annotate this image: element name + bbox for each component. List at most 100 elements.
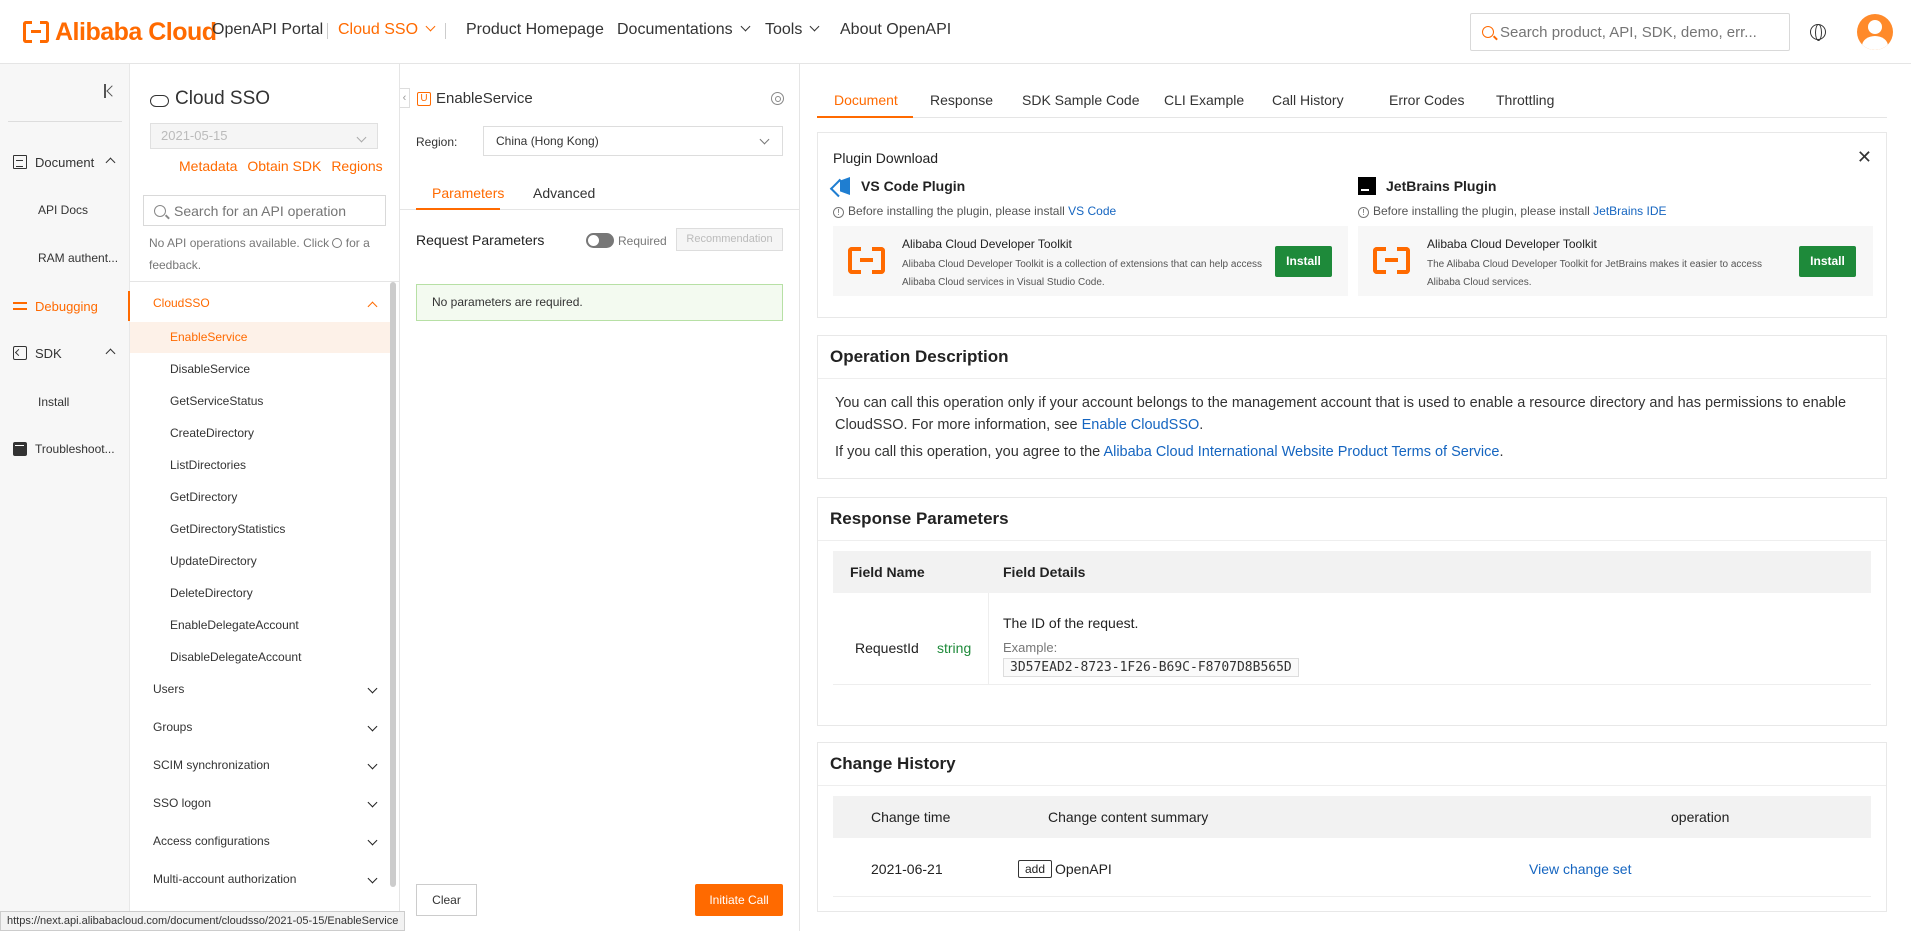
terms-of-service-link[interactable]: Alibaba Cloud International Website Prod… — [1103, 444, 1499, 460]
rail-install[interactable]: Install — [38, 395, 69, 409]
chevron-down-icon — [425, 21, 436, 32]
nav-documentations[interactable]: Documentations — [617, 21, 751, 39]
api-op-disabledelegateaccount[interactable]: DisableDelegateAccount — [130, 642, 390, 673]
jetbrains-plugin-note: ! Before installing the plugin, please in… — [1358, 204, 1667, 218]
plugin-download-card: Plugin Download ✕ VS Code Plugin ! Before… — [817, 132, 1887, 318]
tab-error-codes[interactable]: Error Codes — [1389, 92, 1464, 108]
api-op-getdirectorystatistics[interactable]: GetDirectoryStatistics — [130, 514, 390, 545]
toolkit-description: Alibaba Cloud Developer Toolkit is a col… — [902, 259, 1263, 288]
user-avatar[interactable] — [1857, 14, 1893, 50]
group-access-configurations[interactable]: Access configurations — [153, 834, 388, 848]
jetbrains-install-button[interactable]: Install — [1799, 246, 1856, 277]
rail-debugging[interactable]: Debugging — [0, 291, 130, 321]
tab-advanced[interactable]: Advanced — [533, 185, 595, 201]
param-type: string — [937, 640, 972, 656]
rail-api-docs[interactable]: API Docs — [38, 203, 88, 217]
enable-cloudsso-link[interactable]: Enable CloudSSO — [1082, 417, 1200, 433]
rail-sdk[interactable]: SDK — [0, 338, 130, 368]
nav-tools[interactable]: Tools — [765, 21, 820, 39]
required-toggle[interactable] — [586, 233, 614, 248]
change-history-card: Change History Change time Change conten… — [817, 742, 1887, 912]
tab-response[interactable]: Response — [930, 92, 993, 108]
active-tab-indicator — [817, 116, 913, 118]
region-select[interactable]: China (Hong Kong) — [483, 126, 783, 156]
recommendation-button[interactable]: Recommendation — [676, 228, 783, 251]
cloud-icon — [150, 95, 169, 107]
param-name: RequestId — [855, 640, 919, 656]
vscode-link[interactable]: VS Code — [1068, 204, 1116, 218]
api-op-disableservice[interactable]: DisableService — [130, 354, 390, 385]
vscode-plugin-title: VS Code Plugin — [833, 177, 965, 195]
group-scim-synchronization[interactable]: SCIM synchronization — [153, 758, 388, 772]
close-icon[interactable]: ✕ — [1857, 147, 1872, 168]
chevron-down-icon — [367, 721, 378, 732]
global-search-input[interactable] — [1500, 23, 1780, 41]
tab-cli-example[interactable]: CLI Example — [1164, 92, 1244, 108]
chevron-up-icon — [105, 157, 116, 168]
api-op-enableservice[interactable]: EnableService — [130, 322, 390, 353]
api-op-enabledelegateaccount[interactable]: EnableDelegateAccount — [130, 610, 390, 641]
group-groups[interactable]: Groups — [153, 720, 388, 734]
api-type-icon: U — [417, 91, 431, 106]
no-parameters-notice: No parameters are required. — [416, 284, 783, 321]
tab-sdk-sample-code[interactable]: SDK Sample Code — [1022, 92, 1140, 108]
table-header: Change time Change content summary opera… — [833, 796, 1871, 838]
sliders-icon — [13, 299, 27, 313]
col-change-time: Change time — [871, 809, 951, 825]
chevron-down-icon — [367, 835, 378, 846]
group-sso-logon[interactable]: SSO logon — [153, 796, 388, 810]
api-search-input[interactable] — [174, 202, 374, 219]
api-op-updatedirectory[interactable]: UpdateDirectory — [130, 546, 390, 577]
group-multi-account-authorization[interactable]: Multi-account authorization — [153, 872, 388, 886]
tab-throttling[interactable]: Throttling — [1496, 92, 1554, 108]
nav-openapi-portal[interactable]: OpenAPI Portal — [212, 21, 323, 39]
collapse-panel-button[interactable]: ‹ — [400, 88, 410, 108]
regions-link[interactable]: Regions — [331, 158, 382, 174]
nav-cloud-sso[interactable]: Cloud SSO — [338, 21, 436, 39]
group-users[interactable]: Users — [153, 682, 388, 696]
chevron-down-icon — [367, 683, 378, 694]
api-op-getservicestatus[interactable]: GetServiceStatus — [130, 386, 390, 417]
jetbrains-plugin-title: JetBrains Plugin — [1358, 177, 1496, 195]
rail-document[interactable]: Document — [0, 147, 130, 177]
api-list-scrollbar[interactable] — [390, 282, 396, 887]
jetbrains-ide-link[interactable]: JetBrains IDE — [1593, 204, 1666, 218]
settings-icon[interactable] — [771, 92, 784, 105]
obtain-sdk-link[interactable]: Obtain SDK — [247, 158, 321, 174]
collapse-sidebar-icon[interactable] — [104, 84, 116, 98]
document-tabs: Document Response SDK Sample Code CLI Ex… — [817, 86, 1887, 118]
tab-document[interactable]: Document — [834, 92, 898, 108]
rail-ram-authentication[interactable]: RAM authent... — [38, 251, 118, 265]
api-search-box[interactable] — [143, 195, 386, 226]
col-field-details: Field Details — [1003, 564, 1086, 580]
rail-troubleshoot[interactable]: Troubleshoot... — [0, 434, 130, 464]
tab-call-history[interactable]: Call History — [1272, 92, 1344, 108]
troubleshoot-icon — [13, 442, 27, 456]
tab-parameters[interactable]: Parameters — [432, 185, 504, 201]
clear-button[interactable]: Clear — [416, 884, 477, 916]
alibaba-toolkit-icon — [848, 247, 885, 274]
vscode-install-button[interactable]: Install — [1275, 246, 1332, 277]
metadata-link[interactable]: Metadata — [179, 158, 237, 174]
nav-product-homepage[interactable]: Product Homepage — [466, 21, 604, 39]
nav-about-openapi[interactable]: About OpenAPI — [840, 21, 951, 39]
active-tab-indicator — [416, 208, 500, 210]
language-globe-icon[interactable] — [1810, 24, 1826, 41]
initiate-call-button[interactable]: Initiate Call — [695, 884, 783, 916]
debug-panel: ‹ U EnableService Region: China (Hong Kon… — [400, 64, 800, 931]
global-search-box[interactable] — [1470, 13, 1790, 51]
vscode-toolkit-box: Alibaba Cloud Developer Toolkit Alibaba … — [833, 226, 1348, 296]
alibaba-cloud-logo[interactable]: Alibaba Cloud — [23, 18, 217, 46]
api-op-createdirectory[interactable]: CreateDirectory — [130, 418, 390, 449]
view-change-set-link[interactable]: View change set — [1529, 861, 1631, 877]
version-select[interactable]: 2021-05-15 — [150, 123, 378, 149]
api-op-getdirectory[interactable]: GetDirectory — [130, 482, 390, 513]
api-op-deletedirectory[interactable]: DeleteDirectory — [130, 578, 390, 609]
left-rail: Document API Docs RAM authent... Debuggi… — [0, 64, 130, 931]
region-label: Region: — [416, 135, 458, 149]
document-panel: Document Response SDK Sample Code CLI Ex… — [800, 64, 1911, 931]
api-op-listdirectories[interactable]: ListDirectories — [130, 450, 390, 481]
alibaba-toolkit-icon — [1373, 247, 1410, 274]
feedback-icon[interactable] — [332, 238, 343, 248]
group-cloudsso[interactable]: CloudSSO — [153, 296, 388, 312]
